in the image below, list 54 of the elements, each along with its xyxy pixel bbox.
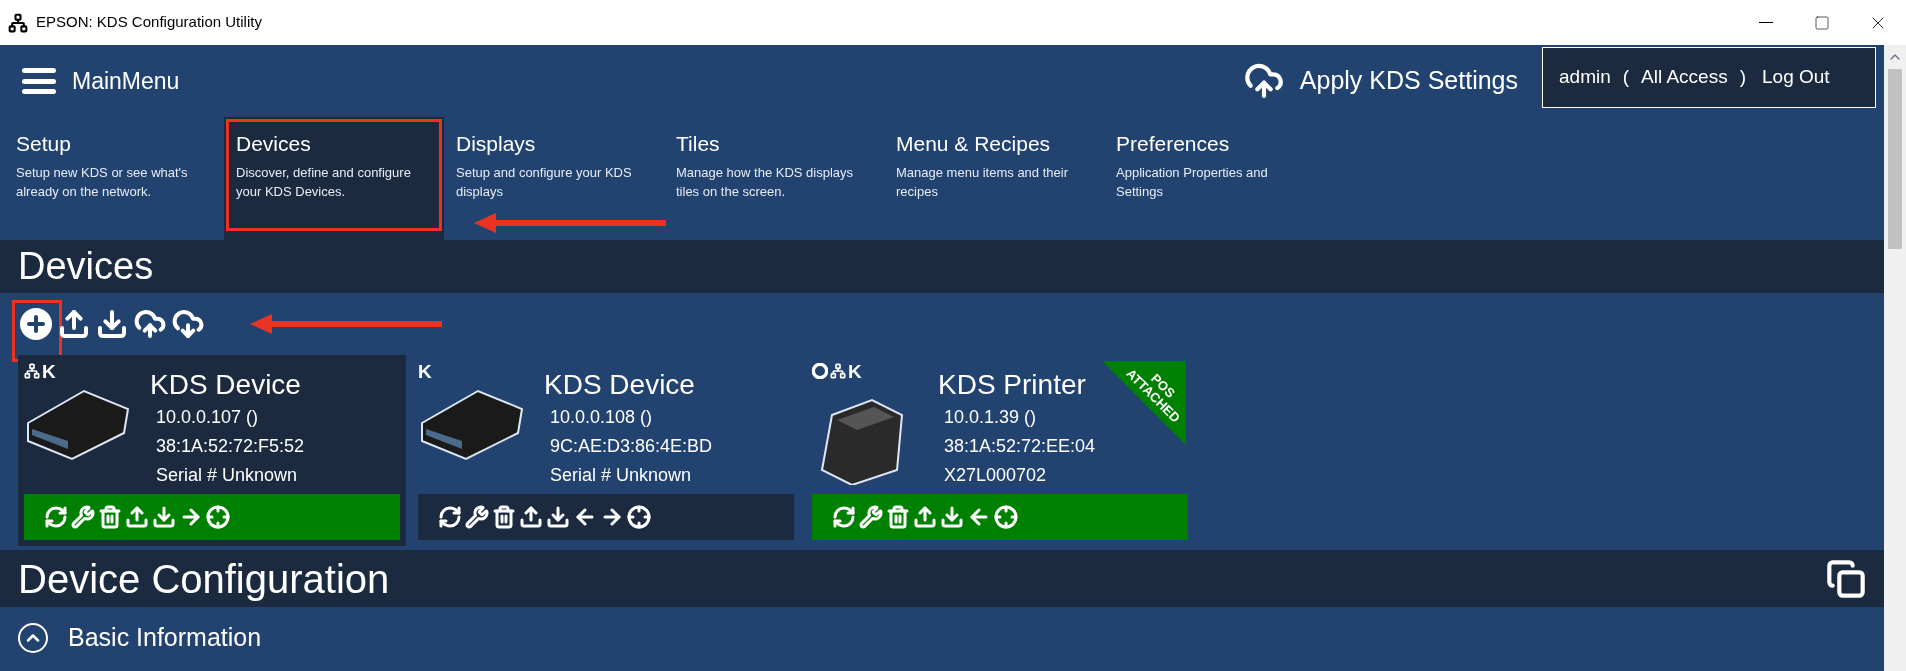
device-info: Serial # Unknown	[550, 464, 693, 487]
logout-link[interactable]: Log Out	[1762, 62, 1830, 92]
apply-settings-link[interactable]: Apply KDS Settings	[1299, 62, 1518, 100]
device-title: KDS Device	[544, 368, 696, 402]
network-icon	[24, 363, 40, 379]
wrench-icon[interactable]	[465, 505, 489, 529]
section-title: Devices	[18, 244, 154, 289]
access-level: All Access	[1641, 64, 1728, 89]
cloud-upload-icon[interactable]	[134, 308, 166, 340]
badge-letter: K	[42, 361, 56, 381]
nav-tab[interactable]: Menu & Recipes Manage menu items and their recipes	[884, 117, 1104, 240]
main-menu-label[interactable]: MainMenu	[72, 63, 180, 99]
badge-letter: K	[418, 361, 432, 381]
nav-tab[interactable]: Setup Setup new KDS or see what's already on the network.	[4, 117, 224, 240]
add-icon[interactable]	[20, 308, 52, 340]
device-info: 10.0.1.39 ()	[944, 406, 1038, 429]
device-info: 38:1A:52:72:EE:04	[944, 435, 1096, 458]
crosshair-icon[interactable]	[627, 505, 651, 529]
device-info: X27L000702	[944, 464, 1048, 487]
scrollbar[interactable]	[1884, 45, 1906, 671]
nav-tab[interactable]: Preferences Application Properties and Settings	[1104, 117, 1324, 240]
scrollbar-thumb[interactable]	[1888, 69, 1902, 249]
accordion-header[interactable]: Basic Information	[0, 607, 1884, 669]
maximize-icon	[1814, 14, 1830, 31]
device-title: KDS Device	[150, 368, 302, 402]
trash-icon[interactable]	[492, 505, 516, 529]
minimize-icon	[1759, 22, 1773, 23]
paren-open: (	[1622, 64, 1630, 89]
nav-tab[interactable]: Tiles Manage how the KDS displays tiles on the screen.	[664, 117, 884, 240]
badge-letter: K	[848, 361, 862, 381]
network-icon	[830, 363, 846, 379]
window-title: EPSON: KDS Configuration Utility	[36, 12, 262, 33]
device-info: 38:1A:52:72:F5:52	[156, 435, 305, 458]
device-info: 10.0.0.108 ()	[550, 406, 654, 429]
menu-icon[interactable]	[22, 68, 56, 94]
username: admin	[1559, 64, 1611, 89]
upload-icon[interactable]	[519, 505, 543, 529]
download-icon[interactable]	[96, 308, 128, 340]
refresh-icon[interactable]	[438, 505, 462, 529]
device-info: 10.0.0.107 ()	[156, 406, 260, 429]
cloud-download-icon[interactable]	[172, 308, 204, 340]
copy-icon[interactable]	[1826, 558, 1866, 599]
cloud-upload-icon[interactable]	[1243, 61, 1284, 101]
app-icon	[8, 12, 28, 33]
device-info: 9C:AE:D3:86:4E:BD	[550, 435, 713, 458]
nav-tab[interactable]: Displays Setup and configure your KDS displays	[444, 117, 664, 240]
nav-tab[interactable]: Devices Discover, define and configure your KDS Devices.	[224, 117, 444, 240]
upload-icon[interactable]	[58, 308, 90, 340]
paren-close: )	[1739, 64, 1746, 89]
device-title: KDS Printer	[938, 368, 1087, 402]
device-card[interactable]: K KDS Device 10.0.0.108 () 9C:AE:D3:86:4E:BD Serial # Unknown	[412, 355, 800, 546]
section-title: Device Configuration	[18, 555, 390, 603]
download-icon[interactable]	[546, 505, 570, 529]
device-info: Serial # Unknown	[156, 464, 299, 487]
